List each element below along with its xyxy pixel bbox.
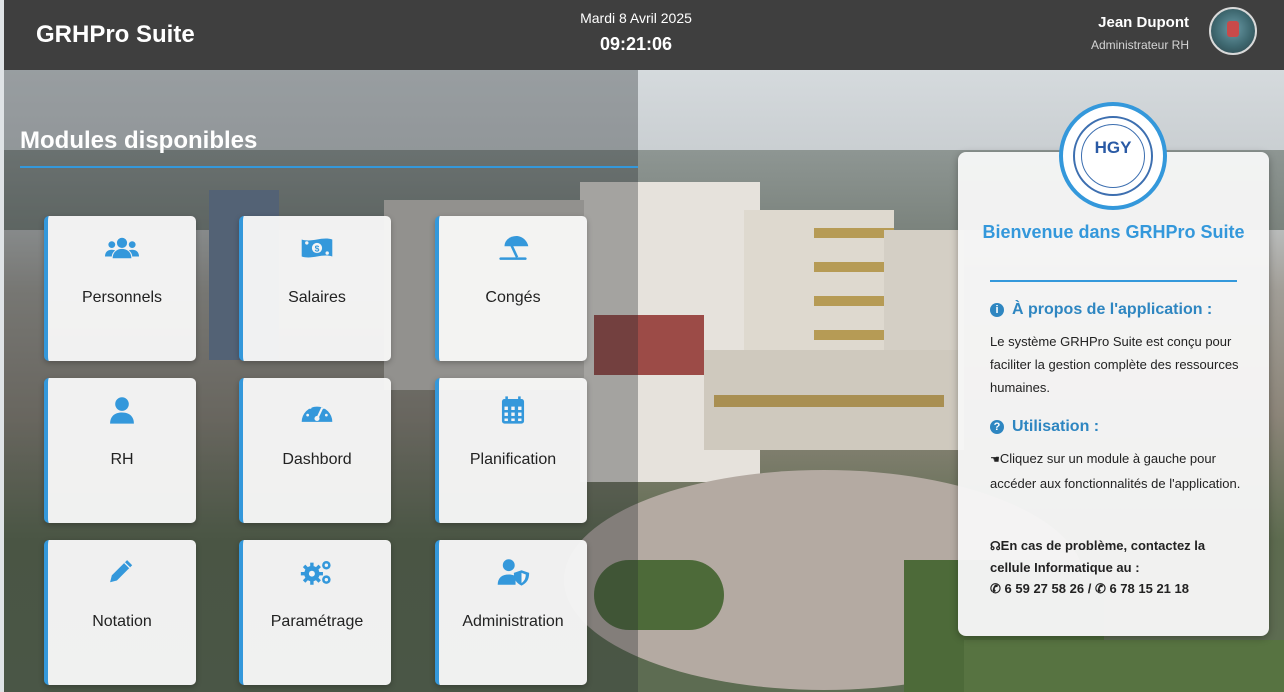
phone-separator: /	[1087, 581, 1092, 596]
module-label: Administration	[462, 613, 564, 630]
user-name: Jean Dupont	[1098, 14, 1189, 31]
current-date: Mardi 8 Avril 2025	[580, 10, 692, 26]
support-text: ☊En cas de problème, contactez la cellul…	[990, 538, 1206, 596]
welcome-title-underline	[990, 280, 1237, 282]
user-role: Administrateur RH	[1090, 38, 1189, 52]
hand-pointer-icon: ☚	[990, 454, 1000, 466]
gauge-icon	[243, 394, 391, 426]
modules-title: Modules disponibles	[20, 127, 258, 154]
logo-text: HGY	[1094, 138, 1132, 157]
module-label: Paramétrage	[270, 613, 364, 630]
user-shield-icon	[439, 556, 587, 588]
about-text: Le système GRHPro Suite est conçu pour f…	[990, 334, 1239, 395]
phone-number-2[interactable]: 6 78 15 21 18	[1109, 581, 1189, 596]
module-label: Planification	[469, 451, 557, 468]
top-bar: GRHPro Suite Mardi 8 Avril 2025 09:21:06…	[4, 0, 1284, 70]
info-icon: i	[990, 303, 1004, 317]
phone-icon: ✆	[1094, 581, 1106, 596]
module-planification[interactable]: Planification	[435, 378, 587, 523]
module-label: Salaires	[288, 289, 346, 306]
usage-text: ☚Cliquez sur un module à gauche pour acc…	[990, 451, 1241, 491]
current-time: 09:21:06	[599, 34, 673, 54]
gears-icon	[243, 556, 391, 588]
calendar-icon	[439, 394, 587, 426]
avatar[interactable]	[1209, 7, 1257, 55]
module-dashbord[interactable]: Dashbord	[239, 378, 391, 523]
question-icon: ?	[990, 420, 1004, 434]
pencil-icon	[48, 556, 196, 588]
about-heading: iÀ propos de l'application :	[990, 301, 1212, 319]
phone-icon: ✆	[990, 581, 1001, 596]
welcome-title: Bienvenue dans GRHPro Suite	[982, 222, 1245, 242]
module-notation[interactable]: Notation	[44, 540, 196, 685]
module-salaires[interactable]: $ Salaires	[239, 216, 391, 361]
module-administration[interactable]: Administration	[435, 540, 587, 685]
module-label: Notation	[92, 613, 152, 630]
module-label: RH	[110, 451, 134, 468]
umbrella-beach-icon	[439, 232, 587, 264]
module-rh[interactable]: RH	[44, 378, 196, 523]
hospital-logo: HGY	[1059, 102, 1167, 210]
module-label: Dashbord	[282, 451, 352, 468]
welcome-panel: Bienvenue dans GRHPro Suite iÀ propos de…	[958, 152, 1269, 636]
money-bill-icon: $	[243, 232, 391, 264]
usage-heading: ? Utilisation :	[990, 418, 1099, 436]
svg-text:$: $	[315, 243, 320, 253]
module-parametrage[interactable]: Paramétrage	[239, 540, 391, 685]
module-conges[interactable]: Congés	[435, 216, 587, 361]
module-label: Personnels	[81, 289, 163, 306]
module-personnels[interactable]: Personnels	[44, 216, 196, 361]
users-icon	[48, 232, 196, 264]
module-label: Congés	[485, 289, 541, 306]
modules-title-underline	[20, 166, 638, 168]
headset-icon: ☊	[990, 539, 1001, 553]
phone-number-1[interactable]: 6 59 27 58 26	[1005, 581, 1085, 596]
user-icon	[48, 394, 196, 426]
